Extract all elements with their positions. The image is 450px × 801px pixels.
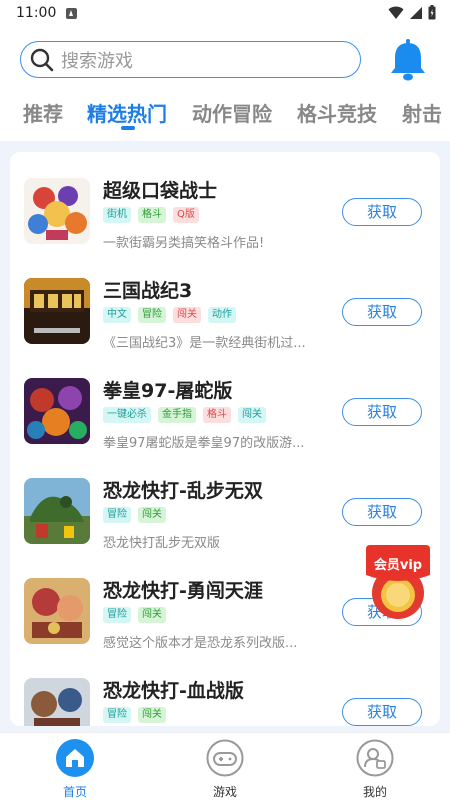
- game-description: 《三国战纪3》是一款经典街机过...: [103, 336, 306, 351]
- tab-active-indicator: [121, 126, 135, 130]
- game-list: 超级口袋战士 街机 格斗 Q版 一款街霸另类搞笑格斗作品! 获取 三国战纪3 中…: [10, 152, 440, 726]
- game-tag: 闯关: [138, 707, 166, 723]
- search-icon: [30, 48, 54, 71]
- game-thumbnail: [24, 578, 90, 644]
- home-icon: [56, 739, 94, 777]
- user-icon: [356, 739, 394, 777]
- game-thumbnail: [24, 378, 90, 444]
- game-name: 拳皇97-屠蛇版: [103, 380, 233, 402]
- game-tags: 冒险 闯关: [103, 707, 166, 723]
- game-tag: 冒险: [103, 607, 131, 623]
- game-tag: 中文: [103, 307, 131, 323]
- game-tag: 闯关: [138, 507, 166, 523]
- tab-fighting[interactable]: 格斗竞技: [297, 98, 377, 127]
- game-thumbnail: [24, 278, 90, 344]
- game-tag: 格斗: [203, 407, 231, 423]
- bottom-nav: 首页 游戏 我的: [0, 732, 450, 801]
- game-tag: 金手指: [158, 407, 196, 423]
- game-name: 三国战纪3: [103, 280, 193, 302]
- tab-action-adventure[interactable]: 动作冒险: [192, 98, 272, 127]
- vip-badge[interactable]: 会员vip: [362, 543, 434, 623]
- get-button[interactable]: 获取: [342, 398, 422, 426]
- vip-label: 会员vip: [373, 558, 423, 573]
- game-tag: 闯关: [138, 607, 166, 623]
- game-tag: Q版: [173, 207, 199, 223]
- nav-home-label: 首页: [62, 785, 87, 799]
- game-tags: 冒险 闯关: [103, 607, 166, 623]
- get-button[interactable]: 获取: [342, 698, 422, 726]
- battery-icon: [428, 5, 436, 20]
- game-tag: 街机: [103, 207, 131, 223]
- status-icons: [388, 5, 436, 20]
- get-button[interactable]: 获取: [342, 298, 422, 326]
- game-tag: 冒险: [138, 307, 166, 323]
- game-description: 感觉这个版本才是恐龙系列改版...: [103, 636, 298, 651]
- nav-home[interactable]: 首页: [45, 739, 105, 800]
- nav-games[interactable]: 游戏: [195, 739, 255, 800]
- bell-icon[interactable]: [388, 38, 428, 82]
- tab-recommend[interactable]: 推荐: [23, 98, 63, 127]
- search-input[interactable]: 搜索游戏: [20, 41, 361, 78]
- game-thumbnail: [24, 178, 90, 244]
- wifi-icon: [388, 6, 404, 19]
- nav-games-label: 游戏: [212, 785, 237, 799]
- game-item[interactable]: 超级口袋战士 街机 格斗 Q版 一款街霸另类搞笑格斗作品! 获取: [10, 162, 440, 262]
- game-name: 恐龙快打-乱步无双: [103, 480, 263, 502]
- signal-icon: [410, 6, 422, 19]
- tab-shooting[interactable]: 射击: [402, 98, 442, 127]
- get-button[interactable]: 获取: [342, 198, 422, 226]
- game-tags: 街机 格斗 Q版: [103, 207, 199, 223]
- game-tag: 闯关: [173, 307, 201, 323]
- game-tag: 格斗: [138, 207, 166, 223]
- game-tag: 闯关: [238, 407, 266, 423]
- game-tags: 中文 冒险 闯关 动作: [103, 307, 236, 323]
- game-item[interactable]: 拳皇97-屠蛇版 一键必杀 金手指 格斗 闯关 拳皇97屠蛇版是拳皇97的改版游…: [10, 362, 440, 462]
- game-thumbnail: [24, 478, 90, 544]
- game-tags: 一键必杀 金手指 格斗 闯关: [103, 407, 266, 423]
- game-tag: 冒险: [103, 507, 131, 523]
- game-tag: 一键必杀: [103, 407, 151, 423]
- tab-featured-hot[interactable]: 精选热门: [87, 98, 167, 127]
- game-name: 超级口袋战士: [103, 180, 218, 202]
- game-tags: 冒险 闯关: [103, 507, 166, 523]
- game-item[interactable]: 恐龙快打-血战版 冒险 闯关 获取: [10, 662, 440, 726]
- game-tag: 动作: [208, 307, 236, 323]
- game-description: 一款街霸另类搞笑格斗作品!: [103, 236, 265, 251]
- category-tabs: 推荐 精选热门 动作冒险 格斗竞技 射击: [0, 92, 450, 136]
- nav-profile[interactable]: 我的: [345, 739, 405, 800]
- status-bar: 11:00: [0, 0, 450, 26]
- game-description: 拳皇97屠蛇版是拳皇97的改版游...: [103, 436, 305, 451]
- notification-icon: [66, 7, 78, 19]
- get-button[interactable]: 获取: [342, 498, 422, 526]
- status-time: 11:00: [16, 5, 57, 21]
- game-description: 恐龙快打乱步无双版: [103, 536, 221, 551]
- game-name: 恐龙快打-血战版: [103, 680, 244, 702]
- search-placeholder: 搜索游戏: [61, 50, 133, 72]
- game-item[interactable]: 三国战纪3 中文 冒险 闯关 动作 《三国战纪3》是一款经典街机过... 获取: [10, 262, 440, 362]
- gamepad-icon: [206, 739, 244, 777]
- game-thumbnail: [24, 678, 90, 726]
- game-name: 恐龙快打-勇闯天涯: [103, 580, 263, 602]
- game-tag: 冒险: [103, 707, 131, 723]
- nav-profile-label: 我的: [362, 785, 387, 799]
